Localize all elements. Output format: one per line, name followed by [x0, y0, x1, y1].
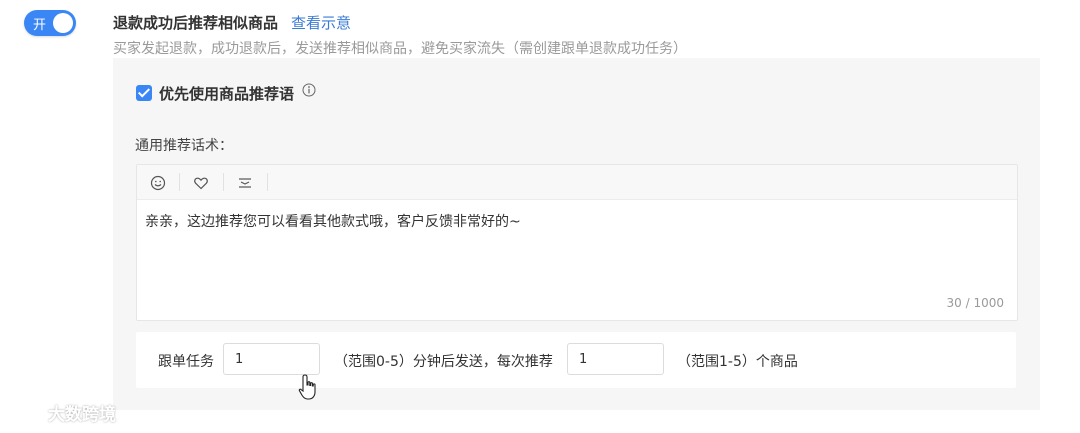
smile-icon[interactable]	[147, 172, 169, 194]
toggle-label: 开	[33, 18, 47, 33]
count-hint: （范围1-5）个商品	[677, 354, 798, 370]
delay-hint: （范围0-5）分钟后发送，每次推荐	[334, 354, 553, 370]
enable-toggle[interactable]: 开	[24, 10, 76, 36]
view-demo-link[interactable]: 查看示意	[291, 12, 351, 33]
character-counter: 30 / 1000	[946, 296, 1004, 310]
followup-prefix: 跟单任务	[158, 354, 214, 370]
toggle-knob	[53, 13, 73, 33]
hand-cursor-icon	[298, 374, 316, 400]
prefer-product-script-checkbox[interactable]	[136, 85, 152, 101]
editor-toolbar	[137, 165, 1017, 200]
setting-description: 买家发起退款，成功退款后，发送推荐相似商品，避免买家流失（需创建跟单退款成功任务…	[113, 41, 687, 57]
settings-panel: 优先使用商品推荐语 通用推荐话术： 亲亲，这边推荐您可以看看其他款式哦，客户反馈…	[113, 58, 1040, 410]
watermark-text: 大数跨境	[48, 405, 116, 425]
delay-minutes-input[interactable]	[223, 343, 320, 375]
script-editor[interactable]: 亲亲，这边推荐您可以看看其他款式哦，客户反馈非常好的~ 30 / 1000	[136, 164, 1018, 321]
text-align-icon[interactable]	[234, 172, 256, 194]
checkbox-label: 优先使用商品推荐语	[159, 85, 295, 103]
editor-content[interactable]: 亲亲，这边推荐您可以看看其他款式哦，客户反馈非常好的~	[145, 211, 521, 231]
setting-title: 退款成功后推荐相似商品	[113, 14, 279, 32]
watermark-logo-icon	[12, 405, 43, 420]
recommend-count-input[interactable]	[567, 343, 664, 375]
watermark: 大数跨境	[10, 400, 116, 425]
heart-icon[interactable]	[190, 172, 212, 194]
script-label: 通用推荐话术：	[135, 138, 233, 154]
info-icon[interactable]	[302, 83, 316, 97]
followup-settings: 跟单任务 （范围0-5）分钟后发送，每次推荐 （范围1-5）个商品	[136, 332, 1016, 388]
